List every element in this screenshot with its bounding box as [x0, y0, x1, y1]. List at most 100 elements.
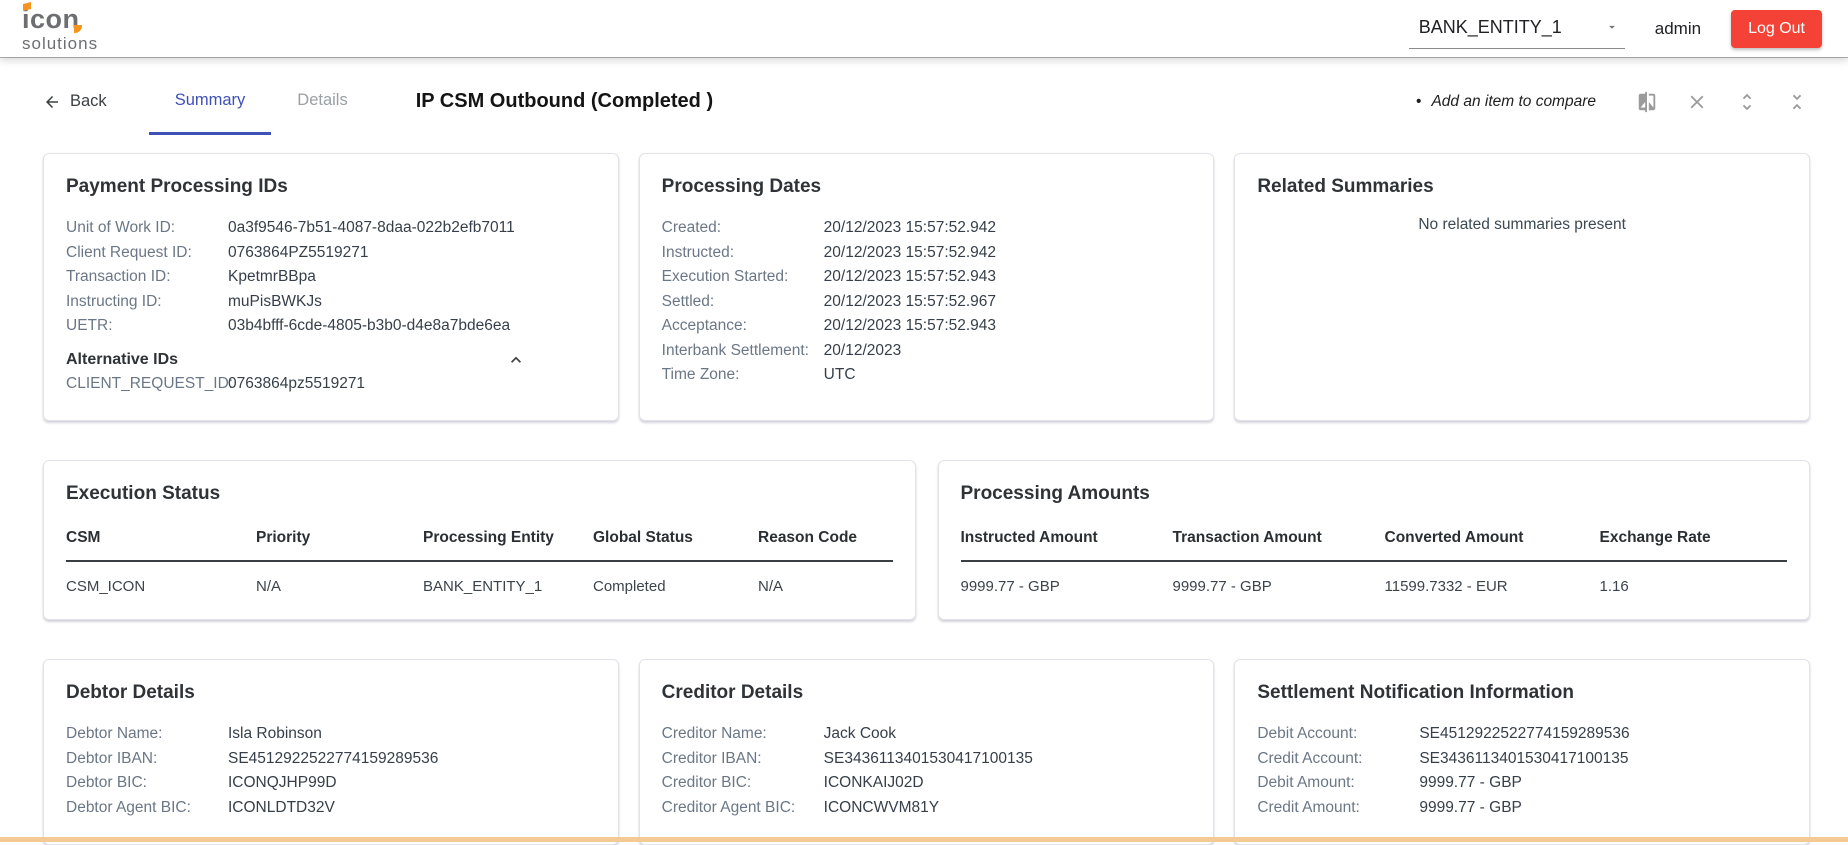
field-value: 20/12/2023 15:57:52.943 — [823, 268, 997, 285]
field-label: Creditor Name: — [661, 725, 767, 742]
field-label: Debtor Agent BIC: — [66, 798, 191, 816]
column-header: Instructed Amount — [960, 529, 1098, 546]
column-header: Converted Amount — [1384, 529, 1524, 546]
entity-select-value: BANK_ENTITY_1 — [1418, 16, 1562, 37]
toolbar-icon-group — [1636, 91, 1808, 113]
cell-exchange-rate: 1.16 — [1599, 578, 1629, 595]
column-header: Global Status — [593, 529, 693, 546]
field-value: 0763864PZ5519271 — [228, 243, 369, 261]
field-value: SE3436113401530417100135 — [1419, 749, 1629, 767]
field-label: Transaction ID: — [66, 268, 171, 285]
entity-select[interactable]: BANK_ENTITY_1 — [1408, 9, 1625, 49]
field-value: KpetmrBBpa — [228, 268, 316, 285]
tab-details-label: Details — [297, 90, 348, 109]
field-value: 20/12/2023 15:57:52.967 — [823, 292, 997, 310]
field-label: Credit Account: — [1257, 749, 1363, 767]
column-header: Transaction Amount — [1172, 529, 1322, 546]
icon-solutions-logo: icon solutions — [22, 1, 98, 52]
logout-button[interactable]: Log Out — [1731, 9, 1822, 48]
field-row: Debtor BIC: ICONQJHP99D — [66, 771, 596, 796]
username-label: admin — [1654, 18, 1702, 38]
unfold-more-icon[interactable] — [1736, 91, 1758, 113]
cell-converted-amount: 11599.7332 - EUR — [1384, 578, 1508, 595]
app-header: icon solutions BANK_ENTITY_1 admin Log O… — [0, 0, 1848, 57]
field-label: Debtor BIC: — [66, 774, 147, 791]
field-label: Created: — [661, 219, 722, 236]
field-label: Instructing ID: — [66, 292, 162, 310]
field-row: Debtor IBAN: SE4512922522774159289536 — [66, 747, 596, 772]
header-right-group: BANK_ENTITY_1 admin Log Out — [1408, 9, 1822, 49]
field-value: UTC — [823, 366, 856, 383]
field-label: Acceptance: — [661, 317, 747, 334]
field-value: Isla Robinson — [228, 725, 322, 742]
debtor-details-card: Debtor Details Debtor Name: Isla Robinso… — [43, 659, 619, 845]
main-content: Payment Processing IDs Unit of Work ID: … — [0, 135, 1848, 845]
execution-status-table-header: CSM Priority Processing Entity Global St… — [66, 523, 893, 562]
compare-icon[interactable] — [1636, 91, 1658, 113]
field-row: Debit Account: SE4512922522774159289536 — [1257, 722, 1787, 747]
field-label: Instructed: — [661, 243, 735, 261]
card-title: Settlement Notification Information — [1257, 682, 1575, 703]
field-row: Client Request ID: 0763864PZ5519271 — [66, 241, 596, 266]
back-button[interactable]: Back — [43, 68, 107, 135]
field-value: 0a3f9546-7b51-4087-8daa-022b2efb7011 — [228, 219, 515, 236]
card-title: Processing Dates — [661, 176, 822, 197]
card-title: Debtor Details — [66, 682, 195, 703]
field-row: Execution Started: 20/12/2023 15:57:52.9… — [662, 265, 1192, 290]
field-value: muPisBWKJs — [228, 292, 322, 310]
chevron-down-icon — [1608, 25, 1615, 29]
tab-details[interactable]: Details — [271, 68, 373, 135]
toolbar: Back Summary Details IP CSM Outbound (Co… — [0, 68, 1848, 135]
field-value: ICONKAIJ02D — [823, 774, 924, 791]
alternative-ids-section: Alternative IDs CLIENT_REQUEST_ID: 07638… — [66, 348, 596, 397]
field-label: Time Zone: — [661, 366, 740, 383]
logo-word: icon — [22, 1, 82, 33]
alternative-ids-header: Alternative IDs — [66, 348, 596, 372]
field-label: Unit of Work ID: — [66, 219, 176, 236]
field-row: Debit Amount: 9999.77 - GBP — [1257, 771, 1787, 796]
field-label: Creditor BIC: — [661, 774, 752, 791]
field-row: Debtor Name: Isla Robinson — [66, 722, 596, 747]
field-label: Credit Amount: — [1257, 798, 1360, 816]
tab-summary[interactable]: Summary — [148, 68, 272, 135]
card-title: Payment Processing IDs — [66, 176, 288, 197]
field-value: ICONLDTD32V — [228, 798, 335, 816]
field-row: Transaction ID: KpetmrBBpa — [66, 265, 596, 290]
related-summaries-card: Related Summaries No related summaries p… — [1234, 153, 1810, 421]
unfold-less-icon[interactable] — [1786, 91, 1808, 113]
cell-transaction-amount: 9999.77 - GBP — [1172, 578, 1272, 595]
field-value: 20/12/2023 15:57:52.943 — [823, 317, 997, 334]
field-label: Creditor Agent BIC: — [661, 798, 796, 816]
compare-hint-text: Add an item to compare — [1431, 92, 1596, 110]
field-label: CLIENT_REQUEST_ID: — [66, 374, 234, 392]
field-value: 9999.77 - GBP — [1419, 774, 1522, 791]
field-label: Debtor Name: — [66, 725, 163, 742]
tab-summary-label: Summary — [174, 90, 246, 109]
table-row: 9999.77 - GBP 9999.77 - GBP 11599.7332 -… — [961, 562, 1788, 595]
column-header: Reason Code — [758, 529, 858, 546]
cards-row-1: Payment Processing IDs Unit of Work ID: … — [43, 153, 1810, 421]
field-row: Creditor Agent BIC: ICONCWVM81Y — [662, 796, 1192, 821]
field-row: CLIENT_REQUEST_ID: 0763864pz5519271 — [66, 372, 596, 397]
chevron-up-icon[interactable] — [506, 350, 526, 370]
card-title: Related Summaries — [1257, 176, 1434, 197]
field-label: Interbank Settlement: — [661, 341, 809, 359]
field-value: ICONQJHP99D — [228, 774, 337, 791]
cards-row-3: Debtor Details Debtor Name: Isla Robinso… — [43, 659, 1810, 845]
field-value: 0763864pz5519271 — [228, 374, 366, 392]
field-row: Creditor IBAN: SE3436113401530417100135 — [662, 747, 1192, 772]
close-icon[interactable] — [1686, 91, 1708, 113]
cell-global-status: Completed — [593, 578, 666, 595]
column-header: Exchange Rate — [1599, 529, 1711, 546]
field-row: Unit of Work ID: 0a3f9546-7b51-4087-8daa… — [66, 216, 596, 241]
field-row: UETR: 03b4bfff-6cde-4805-b3b0-d4e8a7bde6… — [66, 314, 596, 339]
field-row: Time Zone: UTC — [662, 363, 1192, 388]
toolbar-right-group: • Add an item to compare — [1416, 68, 1808, 135]
cards-row-2: Execution Status CSM Priority Processing… — [43, 460, 1810, 620]
field-row: Debtor Agent BIC: ICONLDTD32V — [66, 796, 596, 821]
field-label: Execution Started: — [661, 268, 789, 285]
execution-status-card: Execution Status CSM Priority Processing… — [43, 460, 916, 620]
field-row: Instructing ID: muPisBWKJs — [66, 290, 596, 315]
payment-processing-ids-card: Payment Processing IDs Unit of Work ID: … — [43, 153, 619, 421]
field-row: Created: 20/12/2023 15:57:52.942 — [662, 216, 1192, 241]
